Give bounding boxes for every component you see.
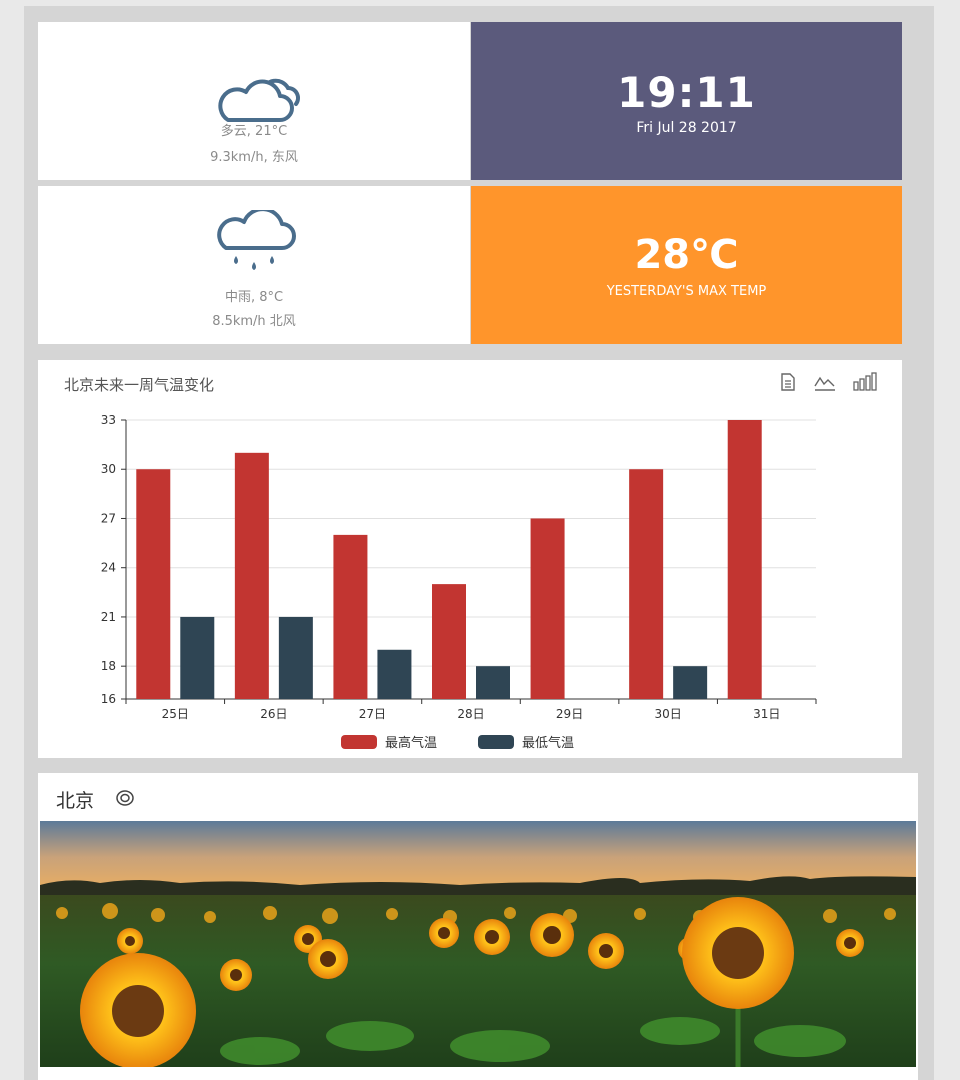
legend-swatch-max <box>341 735 377 749</box>
clock-time: 19:11 <box>617 68 756 117</box>
y-tick-label: 16 <box>101 692 116 706</box>
bar-max-temp <box>432 584 466 699</box>
yesterday-temp-card: 28℃ YESTERDAY'S MAX TEMP <box>471 186 902 344</box>
bar-chart: 16 18 21 24 27 30 33 25日 26日 27日 28日 29日 30日 31日 <box>101 413 817 721</box>
today-weather-wind: 9.3km/h, 东风 <box>210 150 298 165</box>
bar-max-temp <box>629 469 664 699</box>
temperature-chart-card: 北京未来一周气温变化 16 18 21 24 27 30 33 25日 26日 27日 28日 29日… <box>38 360 902 758</box>
tomorrow-weather-desc: 中雨, 8°C <box>224 290 284 305</box>
today-weather-desc: 多云, 21°C <box>220 124 288 139</box>
rain-icon <box>217 210 296 270</box>
sunflower-field-photo <box>40 821 916 1067</box>
yesterday-temp-caption: YESTERDAY'S MAX TEMP <box>606 284 767 299</box>
bar-min-temp <box>180 616 215 699</box>
x-tick-label: 26日 <box>260 707 287 721</box>
bar-max-temp <box>333 534 368 699</box>
y-tick-label: 18 <box>101 659 116 673</box>
y-tick-label: 24 <box>101 561 116 575</box>
bar-min-temp <box>377 649 412 699</box>
legend-label-max: 最高气温 <box>385 736 438 751</box>
bar-max-temp <box>234 452 269 699</box>
clock-date: Fri Jul 28 2017 <box>636 120 737 136</box>
tomorrow-weather-card: 中雨, 8°C 8.5km/h 北风 <box>38 186 470 344</box>
bar-min-temp <box>673 666 708 699</box>
bar-max-temp <box>530 518 565 699</box>
y-tick-label: 33 <box>101 413 116 427</box>
legend-swatch-min <box>478 735 514 749</box>
bar-max-temp <box>136 469 171 699</box>
bar-min-temp <box>278 616 313 699</box>
city-photo-card: 北京 <box>38 773 918 1080</box>
x-tick-label: 29日 <box>556 707 583 721</box>
legend-item-max[interactable]: 最高气温 <box>341 732 437 751</box>
x-tick-label: 27日 <box>359 707 386 721</box>
yesterday-max-temp: 28℃ <box>634 232 739 278</box>
location-pin-icon[interactable] <box>115 790 135 806</box>
city-name: 北京 <box>56 790 95 812</box>
y-tick-label: 30 <box>101 462 116 476</box>
tomorrow-weather-wind: 8.5km/h 北风 <box>212 314 296 329</box>
legend-item-min[interactable]: 最低气温 <box>478 732 574 751</box>
y-tick-label: 27 <box>101 511 116 525</box>
bar-min-temp <box>476 666 510 699</box>
bar-max-temp <box>727 420 762 699</box>
x-tick-label: 25日 <box>162 707 189 721</box>
y-tick-label: 21 <box>101 610 116 624</box>
cloudy-icon <box>218 78 300 122</box>
sunflower-field-image <box>40 821 916 1067</box>
x-tick-label: 30日 <box>655 707 682 721</box>
legend-label-min: 最低气温 <box>522 736 575 751</box>
today-weather-card: 多云, 21°C 9.3km/h, 东风 <box>38 22 470 180</box>
x-tick-label: 28日 <box>457 707 484 721</box>
x-tick-label: 31日 <box>753 707 780 721</box>
clock-card: 19:11 Fri Jul 28 2017 <box>471 22 902 180</box>
